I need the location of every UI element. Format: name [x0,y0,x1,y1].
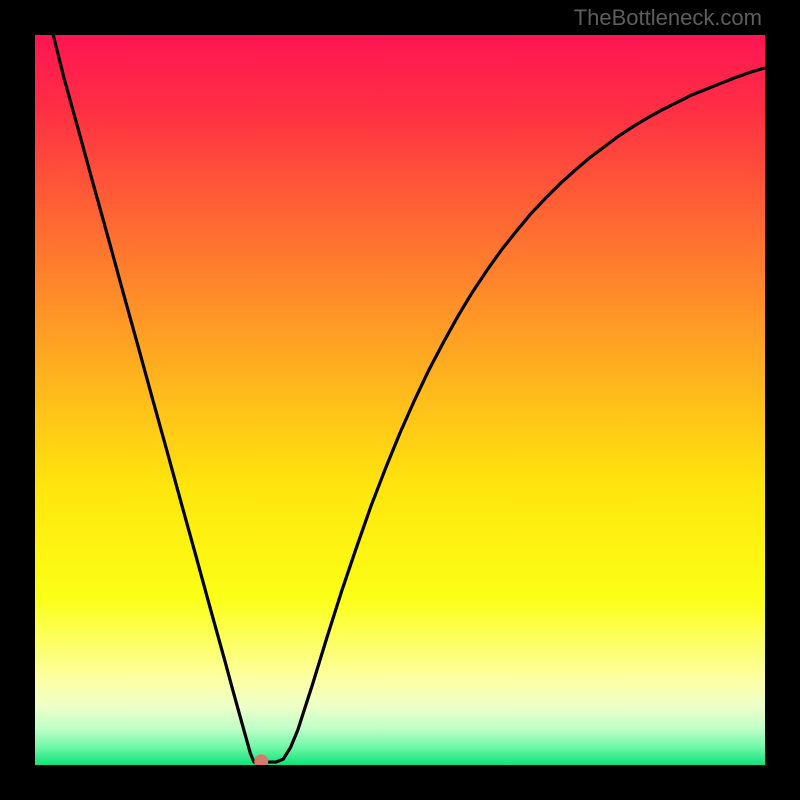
background-gradient [35,35,765,765]
watermark-text: TheBottleneck.com [574,5,762,31]
plot-area [35,35,765,765]
chart-frame: TheBottleneck.com [0,0,800,800]
